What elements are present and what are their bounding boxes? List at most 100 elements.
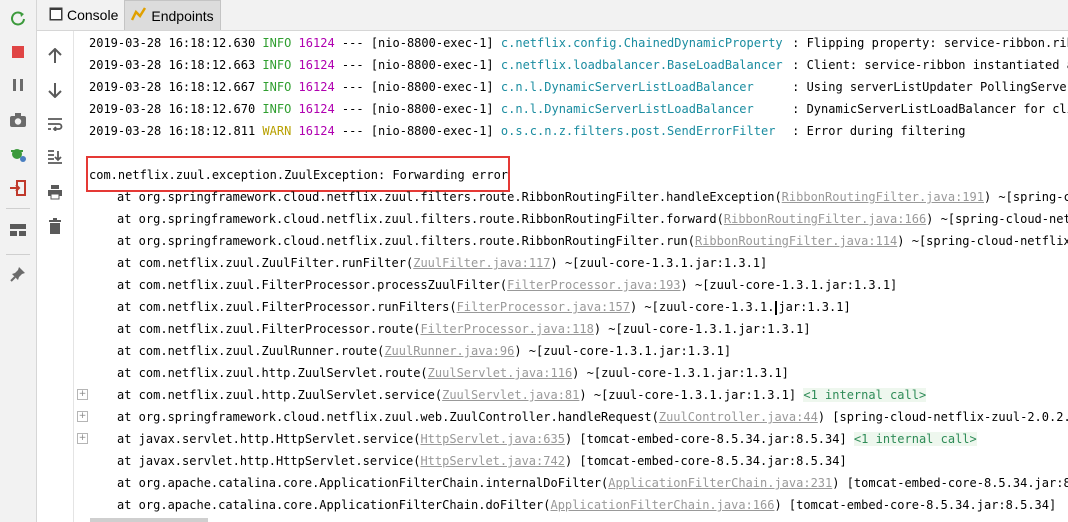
frame-jar: ) ~[spring-cloud-netflix-zuu xyxy=(897,234,1068,248)
stack-frame: at org.apache.catalina.core.ApplicationF… xyxy=(117,494,1056,516)
log-level: WARN xyxy=(262,124,292,138)
frame-jar: ) [tomcat-embed-core-8.5.34.jar:8.5.34] xyxy=(564,432,854,446)
pid: 16124 xyxy=(298,80,335,94)
stack-frame: at com.netflix.zuul.FilterProcessor.runF… xyxy=(117,296,851,318)
source-link[interactable]: ZuulController.java:44 xyxy=(659,410,818,424)
expand-fold-icon[interactable]: + xyxy=(77,411,88,422)
stack-frame: at com.netflix.zuul.ZuulRunner.route(Zuu… xyxy=(117,340,731,362)
stack-frame: at javax.servlet.http.HttpServlet.servic… xyxy=(117,428,977,450)
source-link[interactable]: FilterProcessor.java:118 xyxy=(420,322,593,336)
log-line: 2019-03-28 16:18:12.630 INFO 16124 --- [… xyxy=(89,32,1068,54)
source-link[interactable]: ZuulRunner.java:96 xyxy=(384,344,514,358)
down-arrow-icon[interactable] xyxy=(43,78,67,102)
print-icon[interactable] xyxy=(43,180,67,204)
source-link[interactable]: RibbonRoutingFilter.java:191 xyxy=(782,190,984,204)
expand-fold-icon[interactable]: + xyxy=(77,433,88,444)
exception-line: com.netflix.zuul.exception.ZuulException… xyxy=(89,168,509,182)
source-link[interactable]: RibbonRoutingFilter.java:166 xyxy=(724,212,926,226)
source-link[interactable]: RibbonRoutingFilter.java:114 xyxy=(695,234,897,248)
pause-icon[interactable] xyxy=(6,73,30,97)
source-link[interactable]: ZuulFilter.java:117 xyxy=(413,256,550,270)
log-message: : Using serverListUpdater PollingServerL… xyxy=(792,80,1068,94)
log-level: INFO xyxy=(262,36,292,50)
frame-text: at org.springframework.cloud.netflix.zuu… xyxy=(117,190,782,204)
stop-icon[interactable] xyxy=(6,40,30,64)
frame-text: at org.springframework.cloud.netflix.zuu… xyxy=(117,410,659,424)
separator: --- xyxy=(341,124,364,138)
internal-call-fold[interactable]: <1 internal call> xyxy=(853,432,977,446)
frame-text: at com.netflix.zuul.http.ZuulServlet.rou… xyxy=(117,366,428,380)
stack-frame: at com.netflix.zuul.ZuulFilter.runFilter… xyxy=(117,252,767,274)
thread: [nio-8800-exec-1] xyxy=(370,58,494,72)
frame-text: at com.netflix.zuul.ZuulFilter.runFilter… xyxy=(117,256,414,270)
endpoints-icon xyxy=(131,7,147,24)
stack-frame: at org.springframework.cloud.netflix.zuu… xyxy=(117,208,1068,230)
scroll-to-end-icon[interactable] xyxy=(43,145,67,169)
stack-frame: at com.netflix.zuul.FilterProcessor.rout… xyxy=(117,318,811,340)
debug-icon[interactable] xyxy=(6,142,30,166)
log-line: 2019-03-28 16:18:12.670 INFO 16124 --- [… xyxy=(89,98,1068,120)
log-line: 2019-03-28 16:18:12.811 WARN 16124 --- [… xyxy=(89,120,966,142)
trash-icon[interactable] xyxy=(43,214,67,238)
timestamp: 2019-03-28 16:18:12.667 xyxy=(89,80,256,94)
tab-console[interactable]: Console xyxy=(43,0,124,30)
frame-jar: ) ~[zuul-core-1.3.1.jar:1.3.1] xyxy=(550,256,768,270)
log-message: : Flipping property: service-ribbon.ribb… xyxy=(792,36,1068,50)
stack-frame: at javax.servlet.http.HttpServlet.servic… xyxy=(117,450,847,472)
stack-frame: at com.netflix.zuul.http.ZuulServlet.rou… xyxy=(117,362,789,384)
console-output[interactable]: 2019-03-28 16:18:12.630 INFO 16124 --- [… xyxy=(74,31,1068,522)
horizontal-scrollbar[interactable] xyxy=(90,518,208,522)
pin-icon[interactable] xyxy=(6,262,30,286)
timestamp: 2019-03-28 16:18:12.670 xyxy=(89,102,256,116)
frame-text: at com.netflix.zuul.http.ZuulServlet.ser… xyxy=(117,388,443,402)
separator: --- xyxy=(341,80,364,94)
source-link[interactable]: ZuulServlet.java:116 xyxy=(428,366,573,380)
source-link[interactable]: ApplicationFilterChain.java:166 xyxy=(550,498,774,512)
source-link[interactable]: HttpServlet.java:635 xyxy=(420,432,565,446)
log-level: INFO xyxy=(262,58,292,72)
frame-text: at javax.servlet.http.HttpServlet.servic… xyxy=(117,432,421,446)
frame-text: at org.apache.catalina.core.ApplicationF… xyxy=(117,476,609,490)
source-link[interactable]: ApplicationFilterChain.java:231 xyxy=(608,476,832,490)
thread: [nio-8800-exec-1] xyxy=(370,124,494,138)
frame-jar: ) ~[zuul-core-1.3.1. xyxy=(629,300,775,314)
log-level: INFO xyxy=(262,102,292,116)
frame-jar: ) [tomcat-embed-core-8.5.34.jar:8.5.34] xyxy=(564,454,847,468)
up-arrow-icon[interactable] xyxy=(43,44,67,68)
login-icon[interactable] xyxy=(6,176,30,200)
frame-jar: ) [tomcat-embed-core-8.5.34.jar:8 xyxy=(832,476,1068,490)
tab-label: Endpoints xyxy=(151,7,214,24)
log-message: : Client: service-ribbon instantiated a … xyxy=(792,58,1068,72)
frame-jar: ) [tomcat-embed-core-8.5.34.jar:8.5.34] xyxy=(774,498,1057,512)
frame-text: at com.netflix.zuul.FilterProcessor.runF… xyxy=(117,300,457,314)
source-link[interactable]: ZuulServlet.java:81 xyxy=(442,388,579,402)
expand-fold-icon[interactable]: + xyxy=(77,389,88,400)
tool-window-tabbar: Console Endpoints xyxy=(37,0,1068,31)
pid: 16124 xyxy=(298,102,335,116)
thread: [nio-8800-exec-1] xyxy=(370,36,494,50)
tab-endpoints[interactable]: Endpoints xyxy=(124,0,221,30)
log-message: : DynamicServerListLoadBalancer for clie… xyxy=(792,102,1068,116)
soft-wrap-icon[interactable] xyxy=(43,112,67,136)
source-link[interactable]: FilterProcessor.java:193 xyxy=(507,278,680,292)
tab-label: Console xyxy=(67,7,119,23)
frame-jar: ) ~[zuul-core-1.3.1.jar:1.3.1] xyxy=(680,278,898,292)
source-link[interactable]: HttpServlet.java:742 xyxy=(420,454,565,468)
internal-call-fold[interactable]: <1 internal call> xyxy=(803,388,927,402)
pid: 16124 xyxy=(298,58,335,72)
camera-icon[interactable] xyxy=(6,108,30,132)
frame-jar: ) ~[zuul-core-1.3.1.jar:1.3.1] xyxy=(579,388,804,402)
logger-name: c.netflix.loadbalancer.BaseLoadBalancer xyxy=(500,58,783,72)
frame-text: at org.springframework.cloud.netflix.zuu… xyxy=(117,212,724,226)
log-line: 2019-03-28 16:18:12.667 INFO 16124 --- [… xyxy=(89,76,1068,98)
thread: [nio-8800-exec-1] xyxy=(370,102,494,116)
logger-name: o.s.c.n.z.filters.post.SendErrorFilter xyxy=(500,124,776,138)
source-link[interactable]: FilterProcessor.java:157 xyxy=(457,300,630,314)
separator: --- xyxy=(341,102,364,116)
frame-text: at org.apache.catalina.core.ApplicationF… xyxy=(117,498,551,512)
pid: 16124 xyxy=(298,36,335,50)
log-level: INFO xyxy=(262,80,292,94)
rerun-icon[interactable] xyxy=(6,6,30,30)
frame-text: at com.netflix.zuul.FilterProcessor.proc… xyxy=(117,278,508,292)
layout-icon[interactable] xyxy=(6,218,30,242)
